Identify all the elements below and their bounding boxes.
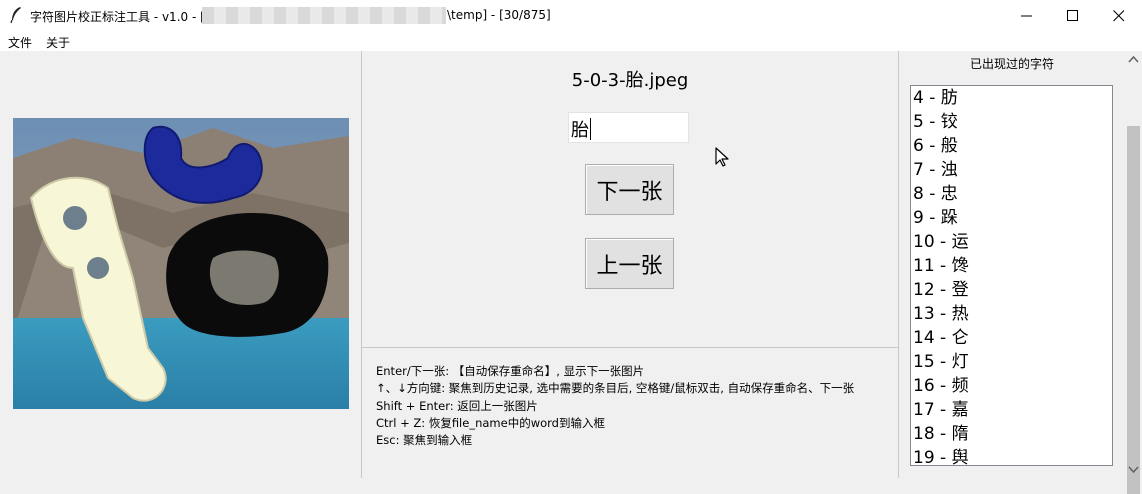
maximize-icon [1067,10,1078,21]
prev-button[interactable]: 上一张 [585,238,674,289]
history-title: 已出现过的字符 [969,57,1054,71]
character-input-value: 胎 [571,120,589,141]
history-list[interactable]: 4 - 肪 5 - 铰 6 - 般 7 - 浊 8 - 忠 9 - 跺 10 -… [910,85,1113,466]
history-item[interactable]: 18 - 隋 [911,422,1112,446]
history-item[interactable]: 19 - 舆 [911,446,1112,465]
redacted-path [202,7,446,24]
help-text: Enter/下一张: 【自动保存重命名】, 显示下一张图片 ↑、↓方向键: 聚焦到… [376,363,854,449]
scroll-thumb[interactable] [1127,126,1140,494]
help-line: ↑、↓方向键: 聚焦到历史记录, 选中需要的条目后, 空格键/鼠标双击, 自动保… [376,381,855,396]
help-line: Enter/下一张: 【自动保存重命名】, 显示下一张图片 [376,364,645,378]
scroll-up-arrow-icon[interactable] [1125,51,1142,68]
title-bar: 字符图片校正标注工具 - v1.0 - [ \temp] - [30/875] [0,0,1142,31]
window-title-suffix: \temp] - [30/875] [447,8,551,22]
menu-about[interactable]: 关于 [46,34,70,51]
close-icon [1113,10,1125,22]
next-button[interactable]: 下一张 [585,164,674,215]
history-item[interactable]: 6 - 般 [911,134,1112,158]
divider-help [362,347,898,348]
history-scrollbar[interactable] [1125,51,1142,494]
history-item[interactable]: 9 - 跺 [911,206,1112,230]
menu-file[interactable]: 文件 [8,34,32,51]
history-item[interactable]: 5 - 铰 [911,110,1112,134]
maximize-button[interactable] [1050,0,1096,31]
mouse-cursor-icon [715,147,729,167]
text-caret [590,118,591,140]
scroll-down-arrow-icon[interactable] [1125,461,1142,478]
character-image-preview [13,118,349,409]
history-item[interactable]: 14 - 仑 [911,326,1112,350]
history-item[interactable]: 8 - 忠 [911,182,1112,206]
menu-bar: 文件 关于 [0,31,1142,51]
character-input[interactable]: 胎 [568,112,689,143]
window-title: 字符图片校正标注工具 - v1.0 - [ [30,10,205,24]
history-item[interactable]: 4 - 肪 [911,86,1112,110]
history-item[interactable]: 7 - 浊 [911,158,1112,182]
divider-right [898,51,899,478]
current-filename: 5-0-3-胎.jpeg [571,70,689,91]
history-item[interactable]: 15 - 灯 [911,350,1112,374]
history-item[interactable]: 11 - 馋 [911,254,1112,278]
history-item[interactable]: 17 - 嘉 [911,398,1112,422]
minimize-icon [1021,15,1032,17]
history-item[interactable]: 10 - 运 [911,230,1112,254]
divider-left [361,51,362,478]
help-line: Ctrl + Z: 恢复file_name中的word到输入框 [376,415,605,430]
history-item[interactable]: 12 - 登 [911,278,1112,302]
minimize-button[interactable] [1004,0,1050,31]
feather-icon [10,7,21,24]
history-item[interactable]: 16 - 频 [911,374,1112,398]
close-button[interactable] [1096,0,1142,31]
help-line: Esc: 聚焦到输入框 [376,433,473,448]
help-line: Shift + Enter: 返回上一张图片 [376,398,538,413]
history-item[interactable]: 13 - 热 [911,302,1112,326]
preview-image [13,118,349,409]
